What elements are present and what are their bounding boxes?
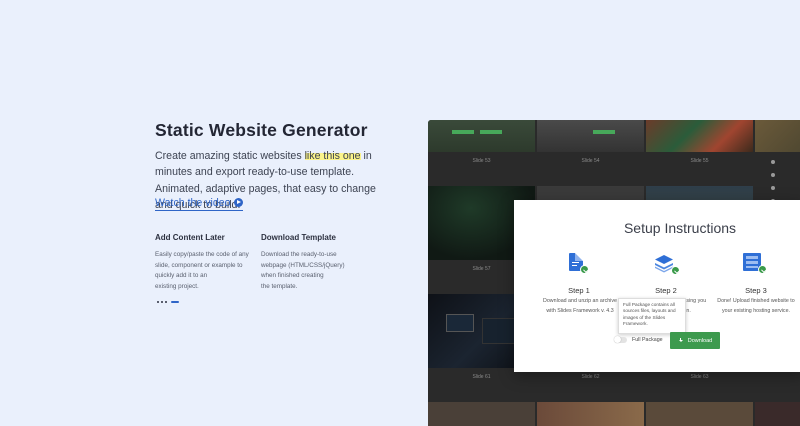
step-label: Step 1 [568, 286, 590, 295]
step-label: Step 2 [655, 286, 677, 295]
slide-thumbnail[interactable] [428, 402, 535, 426]
slide-caption: Slide 62 [581, 374, 600, 380]
feature-title: Add Content Later [155, 233, 225, 242]
step-text: Done! Upload finished website to your ex… [712, 297, 800, 316]
download-button[interactable]: Download [670, 332, 720, 349]
feature-text-line: when finished creating [261, 272, 324, 280]
feature-text-line: existing project. [155, 282, 199, 290]
layers-icon [654, 253, 680, 275]
step-text-line: with Slides Framework v. 4.3 [546, 307, 614, 314]
watch-video-link[interactable]: Watch the video [155, 197, 243, 211]
pager-dot-active[interactable] [171, 301, 179, 303]
slide-caption: Slide 54 [581, 158, 600, 164]
full-package-toggle[interactable] [614, 336, 627, 343]
step-text-line: your existing hosting service. [721, 307, 790, 314]
feature-text-line: slide, component or example to [155, 261, 243, 269]
step-label: Step 3 [745, 286, 767, 295]
feature-text-line: quickly add it to an [155, 272, 208, 280]
slide-caption: Slide 61 [472, 374, 491, 380]
step-text-line: Done! Upload finished website to [717, 298, 795, 304]
modal-title: Setup Instructions [623, 220, 737, 236]
hero-title: Static Website Generator [155, 120, 368, 140]
feature-add-content: Add Content Later Easily copy/paste the … [155, 233, 255, 292]
highlighted-link-text[interactable]: like this one [304, 150, 361, 162]
slide-caption: Slide 63 [690, 374, 709, 380]
slide-caption: Slide 53 [472, 158, 491, 164]
download-icon [678, 337, 684, 344]
feature-download-template: Download Template Download the ready-to-… [261, 233, 361, 292]
download-button-label: Download [687, 337, 713, 344]
slide-thumbnail[interactable] [646, 120, 753, 152]
feature-text-line: Easily copy/paste the code of any [155, 251, 249, 258]
hero-description-start: Create amazing static websites [155, 150, 305, 162]
nav-dot[interactable] [771, 186, 775, 190]
feature-title: Download Template [261, 233, 336, 242]
upload-icon [743, 253, 767, 274]
slide-thumbnail[interactable] [755, 120, 800, 152]
slide-thumbnail[interactable] [428, 120, 535, 152]
feature-text-line: the template. [261, 282, 298, 290]
file-download-icon [569, 253, 589, 274]
feature-text: Download the ready-to-use webpage (HTML/… [261, 250, 361, 292]
step-text: Download and unzip an archive with Slide… [540, 297, 620, 316]
slide-thumbnail[interactable] [537, 120, 644, 152]
slide-thumbnail[interactable] [646, 402, 753, 426]
play-icon [233, 198, 243, 207]
nav-dot[interactable] [771, 173, 775, 177]
pager-dot[interactable] [157, 301, 159, 303]
feature-text-line: webpage (HTML/CSS/jQuery) [261, 261, 345, 269]
setup-instructions-modal: Setup Instructions Step 1 Download and u… [514, 200, 800, 372]
nav-dot[interactable] [771, 160, 775, 164]
full-package-label: Full Package [632, 337, 663, 343]
feature-text-line: Download the ready-to-use [261, 251, 337, 258]
slide-caption: Slide 55 [690, 158, 709, 164]
slide-thumbnail[interactable] [537, 402, 644, 426]
slide-thumbnail[interactable] [755, 402, 800, 426]
full-package-tooltip: Full Package contains all sources files,… [618, 298, 686, 334]
feature-text: Easily copy/paste the code of any slide,… [155, 250, 255, 292]
step-text-line: Download and unzip an archive [543, 298, 617, 304]
pager-dot[interactable] [161, 301, 163, 303]
pager-dot[interactable] [165, 301, 167, 303]
watch-video-label: Watch the video [155, 197, 231, 209]
